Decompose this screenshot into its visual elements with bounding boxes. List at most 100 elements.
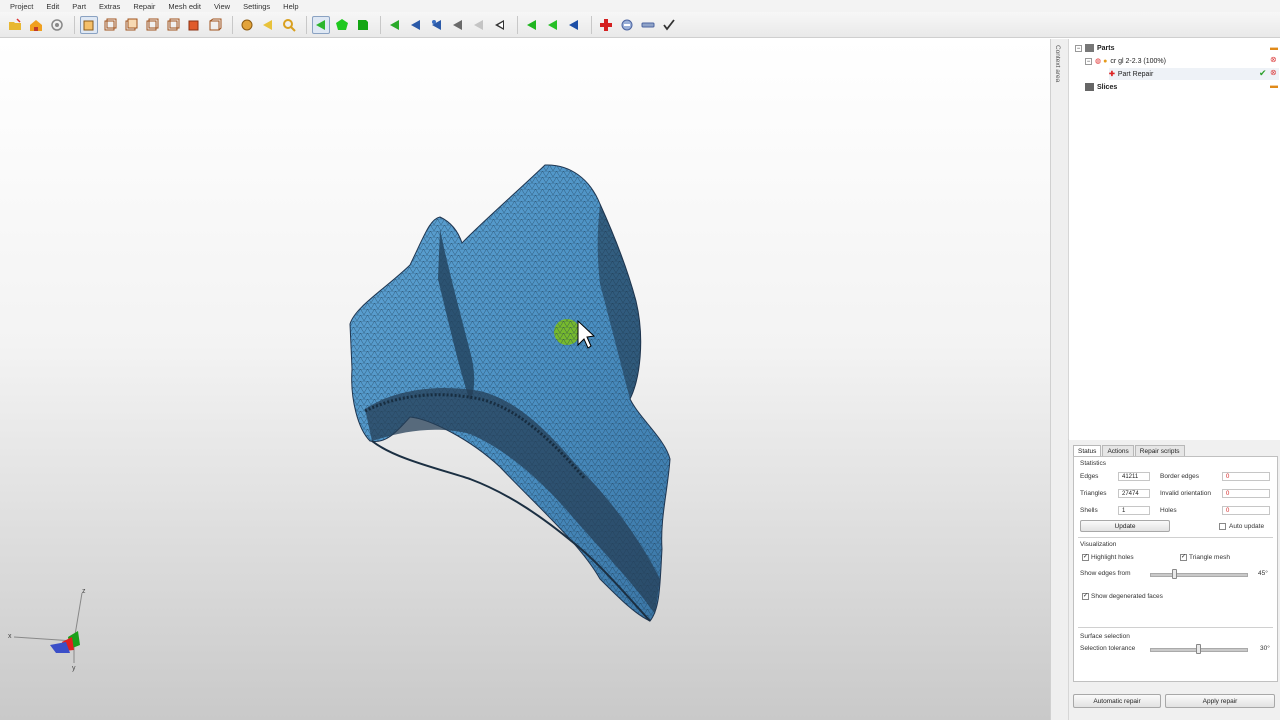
view-front-icon[interactable]: [80, 15, 98, 34]
menu-settings[interactable]: Settings: [243, 2, 270, 11]
tree-slices-row[interactable]: Slices: [1085, 81, 1117, 93]
triangle-mesh-label: Triangle mesh: [1189, 554, 1230, 561]
menu-mesh-edit[interactable]: Mesh edit: [168, 2, 201, 11]
select-icon[interactable]: [259, 16, 277, 34]
shells-label: Shells: [1080, 507, 1098, 514]
edges-label: Edges: [1080, 473, 1099, 480]
divider: [1078, 627, 1273, 628]
update-button[interactable]: Update: [1080, 520, 1170, 532]
show-degenerated-checkbox[interactable]: ✓: [1082, 593, 1089, 600]
triangle-mesh-checkbox[interactable]: ✓: [1180, 554, 1187, 561]
highlight-holes-checkbox[interactable]: ✓: [1082, 554, 1089, 561]
add-repair-icon[interactable]: [597, 16, 615, 34]
visibility-icon[interactable]: ⊗: [1270, 68, 1277, 77]
edges-value: 41211: [1118, 472, 1150, 481]
selection-tolerance-label: Selection tolerance: [1080, 645, 1136, 652]
shells-value: 1: [1118, 506, 1150, 515]
triangle-outline-icon[interactable]: [491, 16, 509, 34]
measure-icon[interactable]: [639, 16, 657, 34]
auto-update-checkbox[interactable]: [1219, 523, 1226, 530]
part-repair-icon[interactable]: [618, 16, 636, 34]
view-left-icon[interactable]: [122, 16, 140, 34]
save-icon[interactable]: [27, 16, 45, 34]
context-area-label: Context area: [1054, 45, 1061, 83]
shading-icon[interactable]: [238, 16, 256, 34]
triangle-dark-green-icon[interactable]: [354, 16, 372, 34]
show-edges-slider-thumb[interactable]: [1172, 569, 1177, 579]
triangle-green3-icon[interactable]: [544, 16, 562, 34]
invalid-orientation-value: 0: [1222, 489, 1270, 498]
axis-z-label: z: [82, 588, 86, 595]
triangle-green2-icon[interactable]: [523, 16, 541, 34]
menu-part[interactable]: Part: [72, 2, 86, 11]
parts-icon: [1085, 44, 1094, 52]
tree-slices-label: Slices: [1097, 83, 1118, 91]
apply-icon[interactable]: [660, 16, 678, 34]
menu-extras[interactable]: Extras: [99, 2, 120, 11]
view-back-icon[interactable]: [101, 16, 119, 34]
repair-panel: Status Actions Repair scripts Statistics…: [1068, 440, 1280, 720]
statistics-heading: Statistics: [1080, 460, 1107, 467]
visibility-icon[interactable]: ⊗: [1270, 55, 1277, 64]
selection-tolerance-slider-thumb[interactable]: [1196, 644, 1201, 654]
divider: [1078, 537, 1273, 538]
context-area-strip[interactable]: Context area: [1050, 39, 1069, 720]
open-project-icon[interactable]: [6, 16, 24, 34]
show-edges-slider[interactable]: [1150, 573, 1248, 577]
zoom-icon[interactable]: [280, 16, 298, 34]
tree-part-label: cr gl 2-2.3 (100%): [1110, 57, 1166, 65]
axis-x-label: x: [8, 633, 12, 640]
triangle-green-icon[interactable]: [333, 16, 351, 34]
menu-help[interactable]: Help: [283, 2, 298, 11]
tree-repair-label: Part Repair: [1117, 70, 1154, 78]
show-edges-value: 45°: [1258, 570, 1268, 577]
status-pane: Statistics Edges 41211 Border edges 0 Tr…: [1073, 456, 1278, 682]
border-edges-label: Border edges: [1160, 473, 1200, 480]
axis-y-label: y: [72, 665, 76, 672]
repair-plus-icon: ✚: [1109, 71, 1115, 78]
menu-project[interactable]: Project: [10, 2, 33, 11]
lock-icon[interactable]: ▬: [1270, 43, 1278, 52]
triangle-blue-icon[interactable]: [407, 16, 425, 34]
part-status-icon: ◍: [1095, 58, 1102, 65]
automatic-repair-button[interactable]: Automatic repair: [1073, 694, 1161, 708]
main-toolbar: [0, 12, 1280, 38]
triangle-select-icon[interactable]: [312, 15, 330, 34]
holes-value: 0: [1222, 506, 1270, 515]
collapse-icon[interactable]: −: [1075, 44, 1082, 52]
triangle-mark-icon[interactable]: [386, 16, 404, 34]
menu-view[interactable]: View: [214, 2, 230, 11]
menu-edit[interactable]: Edit: [46, 2, 59, 11]
triangle-blue-dot-icon[interactable]: [428, 16, 446, 34]
invalid-orientation-label: Invalid orientation: [1160, 490, 1211, 497]
part-icon: ●: [1103, 57, 1108, 65]
menu-repair[interactable]: Repair: [133, 2, 155, 11]
lock-icon[interactable]: ▬: [1270, 81, 1278, 90]
triangles-label: Triangles: [1080, 490, 1107, 497]
print-icon[interactable]: [48, 16, 66, 34]
selection-tolerance-value: 30°: [1260, 645, 1270, 652]
view-bottom-icon[interactable]: [185, 16, 203, 34]
tree-part-row[interactable]: − ◍ ● cr gl 2-2.3 (100%): [1085, 55, 1166, 67]
mesh-render: [349, 164, 671, 622]
show-degenerated-label: Show degenerated faces: [1091, 593, 1163, 600]
border-edges-value: 0: [1222, 472, 1270, 481]
surface-selection-heading: Surface selection: [1080, 633, 1130, 640]
triangle-dark-icon[interactable]: [470, 16, 488, 34]
auto-update-label: Auto update: [1229, 523, 1265, 530]
triangle-gray-icon[interactable]: [449, 16, 467, 34]
check-icon: ✔: [1259, 68, 1267, 78]
holes-label: Holes: [1160, 507, 1177, 514]
tree-parts-label: Parts: [1097, 44, 1115, 52]
collapse-icon[interactable]: −: [1085, 57, 1092, 65]
triangle-blue2-icon[interactable]: [565, 16, 583, 34]
view-right-icon[interactable]: [143, 16, 161, 34]
tree-parts-row[interactable]: − Parts: [1075, 42, 1115, 54]
3d-viewport[interactable]: z x y: [0, 39, 1050, 720]
menu-bar: Project Edit Part Extras Repair Mesh edi…: [0, 0, 1280, 12]
triangles-value: 27474: [1118, 489, 1150, 498]
apply-repair-button[interactable]: Apply repair: [1165, 694, 1275, 708]
view-top-icon[interactable]: [164, 16, 182, 34]
view-iso-icon[interactable]: [206, 16, 224, 34]
tree-repair-row[interactable]: ✚ Part Repair: [1109, 68, 1279, 80]
